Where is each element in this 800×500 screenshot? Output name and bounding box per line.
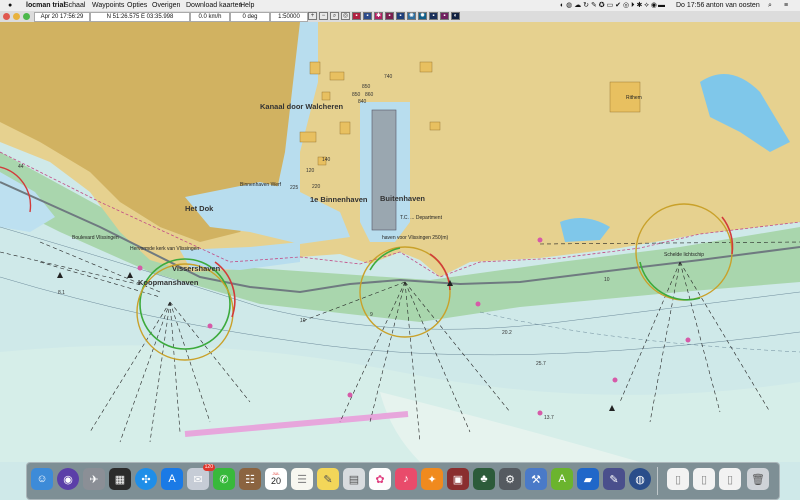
list-icon[interactable]: ≡ [784, 0, 788, 11]
label-koopmanshaven: Koopmanshaven [138, 278, 199, 287]
chart-icon-2[interactable]: ▪ [363, 12, 372, 20]
label-buitenhaven: Buitenhaven [380, 194, 426, 203]
track-icon[interactable]: ▪ [396, 12, 405, 20]
calendar-icon[interactable]: JUL 20 [265, 468, 287, 490]
nautical-chart[interactable]: Kanaal door Walcheren 1e Binnenhaven Bui… [0, 22, 800, 462]
route-icon[interactable]: ▪ [385, 12, 394, 20]
dock: ☺ ◉ ✈ ▦ ✣ A ✉ 120 ✆ ☷ JUL 20 ☰ ✎ ▤ ✿ ♪ ✦ … [26, 462, 780, 500]
palm-app-icon[interactable]: ♣ [473, 468, 495, 490]
depth-label: 13.7 [544, 415, 554, 421]
speed-field: 0.0 km/h [190, 12, 230, 22]
photo-booth-icon[interactable]: ▣ [447, 468, 469, 490]
messages-icon[interactable]: ✆ [213, 468, 235, 490]
app-store-icon[interactable]: A [161, 468, 183, 490]
position-field: N 51:26.575 E 03:35.998 [90, 12, 190, 22]
depth-label: 850 [362, 84, 371, 90]
zoom-window-icon[interactable] [23, 13, 30, 20]
label-het-dok: Het Dok [185, 204, 214, 213]
document-icon[interactable]: ▯ [667, 468, 689, 490]
menu-item-help[interactable]: Help [240, 0, 254, 11]
search-icon[interactable]: ⌕ [768, 0, 772, 11]
depth-label: 10 [604, 277, 610, 283]
night-mode-icon[interactable]: ◐ [451, 12, 460, 20]
label-kanaal: Kanaal door Walcheren [260, 102, 344, 111]
close-window-icon[interactable] [3, 13, 10, 20]
mail-icon[interactable]: ✉ 120 [187, 464, 215, 490]
settings-icon[interactable]: ✹ [418, 12, 427, 20]
depth-label: 840 [358, 99, 367, 105]
zoom-fit-icon[interactable]: ⌕ [330, 12, 339, 20]
contacts-icon[interactable]: ☷ [239, 468, 261, 490]
menu-item-schaal[interactable]: Schaal [64, 0, 85, 11]
preview-icon[interactable]: ▤ [343, 468, 365, 490]
photos-icon[interactable]: ✿ [369, 468, 391, 490]
label-haven: haven voor Vlissingen 250(m) [382, 235, 449, 241]
folder-icon[interactable]: ▰ [577, 468, 599, 490]
books-icon[interactable]: ✦ [421, 468, 443, 490]
label-rithem: Rithem [626, 95, 642, 101]
waypoint-icon[interactable]: ✱ [374, 12, 383, 20]
label-tc-department: T.C. ... Department [400, 215, 442, 221]
label-schelde: Schelde lichtschip [664, 252, 705, 258]
datetime-field: Apr 20 17:56:29 [34, 12, 90, 22]
depth-label: 20.2 [502, 330, 512, 336]
safari-icon[interactable]: ✣ [135, 468, 157, 490]
menu-app-name[interactable]: locman trial [26, 0, 65, 11]
launchpad-icon[interactable]: ✈ [83, 468, 105, 490]
calendar-day: 20 [270, 476, 281, 486]
zoom-in-icon[interactable]: + [308, 12, 317, 20]
menu-item-waypoints[interactable]: Waypoints [92, 0, 124, 11]
menu-item-overigen[interactable]: Overigen [152, 0, 180, 11]
status-icons[interactable]: ◐ ◍ ☁ ↻ ✎ ✪ ▭ ✔ ◎ ⏵ ✱ ⟡ ◉ [560, 0, 657, 11]
scale-field: 1:50000 [270, 12, 308, 22]
trash-icon[interactable]: 🗑 [747, 468, 769, 490]
apple-menu-icon[interactable]: ● [8, 0, 12, 11]
document-icon-2[interactable]: ▯ [693, 468, 715, 490]
minimize-window-icon[interactable] [13, 13, 20, 20]
chart-icon-1[interactable]: ▪ [352, 12, 361, 20]
target-icon[interactable]: ◎ [341, 12, 350, 20]
system-preferences-icon[interactable]: ⚙ [499, 468, 521, 490]
menubar-user[interactable]: anton van oosten [706, 0, 760, 11]
chart-canvas[interactable] [0, 22, 800, 462]
zoom-out-icon[interactable]: − [319, 12, 328, 20]
siri-icon[interactable]: ◉ [57, 468, 79, 490]
android-studio-icon[interactable]: A [551, 468, 573, 490]
depth-label: 25.7 [536, 361, 546, 367]
utility-icon[interactable]: ✎ [603, 468, 625, 490]
depth-label: 860 [365, 92, 374, 98]
compass-icon[interactable]: ✺ [407, 12, 416, 20]
depth-label: 740 [384, 74, 393, 80]
depth-label: 225 [290, 185, 299, 191]
depth-label: 850 [352, 92, 361, 98]
depth-label: 10 [300, 318, 306, 324]
depth-label: 9 [370, 312, 373, 318]
label-binnenhaven-werf: Binnenhaven Werf [240, 182, 282, 188]
layers-icon[interactable]: ▪ [429, 12, 438, 20]
label-hervormde: Hervormde kerk van Vlissingen [130, 246, 200, 252]
flag-icon[interactable]: ▬ [658, 0, 665, 11]
depth-label: 44 [18, 164, 24, 170]
depth-label: 8.1 [58, 290, 65, 296]
document-icon-3[interactable]: ▯ [719, 468, 741, 490]
menu-item-opties[interactable]: Opties [127, 0, 147, 11]
info-icon[interactable]: ▪ [440, 12, 449, 20]
depth-label: 140 [322, 157, 331, 163]
mission-control-icon[interactable]: ▦ [109, 468, 131, 490]
dock-divider [657, 467, 658, 495]
label-binnenhaven: 1e Binnenhaven [310, 195, 368, 204]
label-vissershaven: Vissershaven [172, 264, 221, 273]
xcode-icon[interactable]: ⚒ [525, 468, 547, 490]
globe-icon[interactable]: ◍ [629, 468, 651, 490]
menu-item-download-kaarten[interactable]: Download kaarten [186, 0, 242, 11]
label-boulevard: Boulevard Vlissingen [72, 235, 119, 241]
music-icon[interactable]: ♪ [395, 468, 417, 490]
notes-icon[interactable]: ✎ [317, 468, 339, 490]
menubar-clock[interactable]: Do 17:56 [676, 0, 704, 11]
reminders-icon[interactable]: ☰ [291, 468, 313, 490]
heading-field: 0 deg [230, 12, 270, 22]
depth-label: 220 [312, 184, 321, 190]
depth-label: 120 [306, 168, 315, 174]
finder-icon[interactable]: ☺ [31, 468, 53, 490]
